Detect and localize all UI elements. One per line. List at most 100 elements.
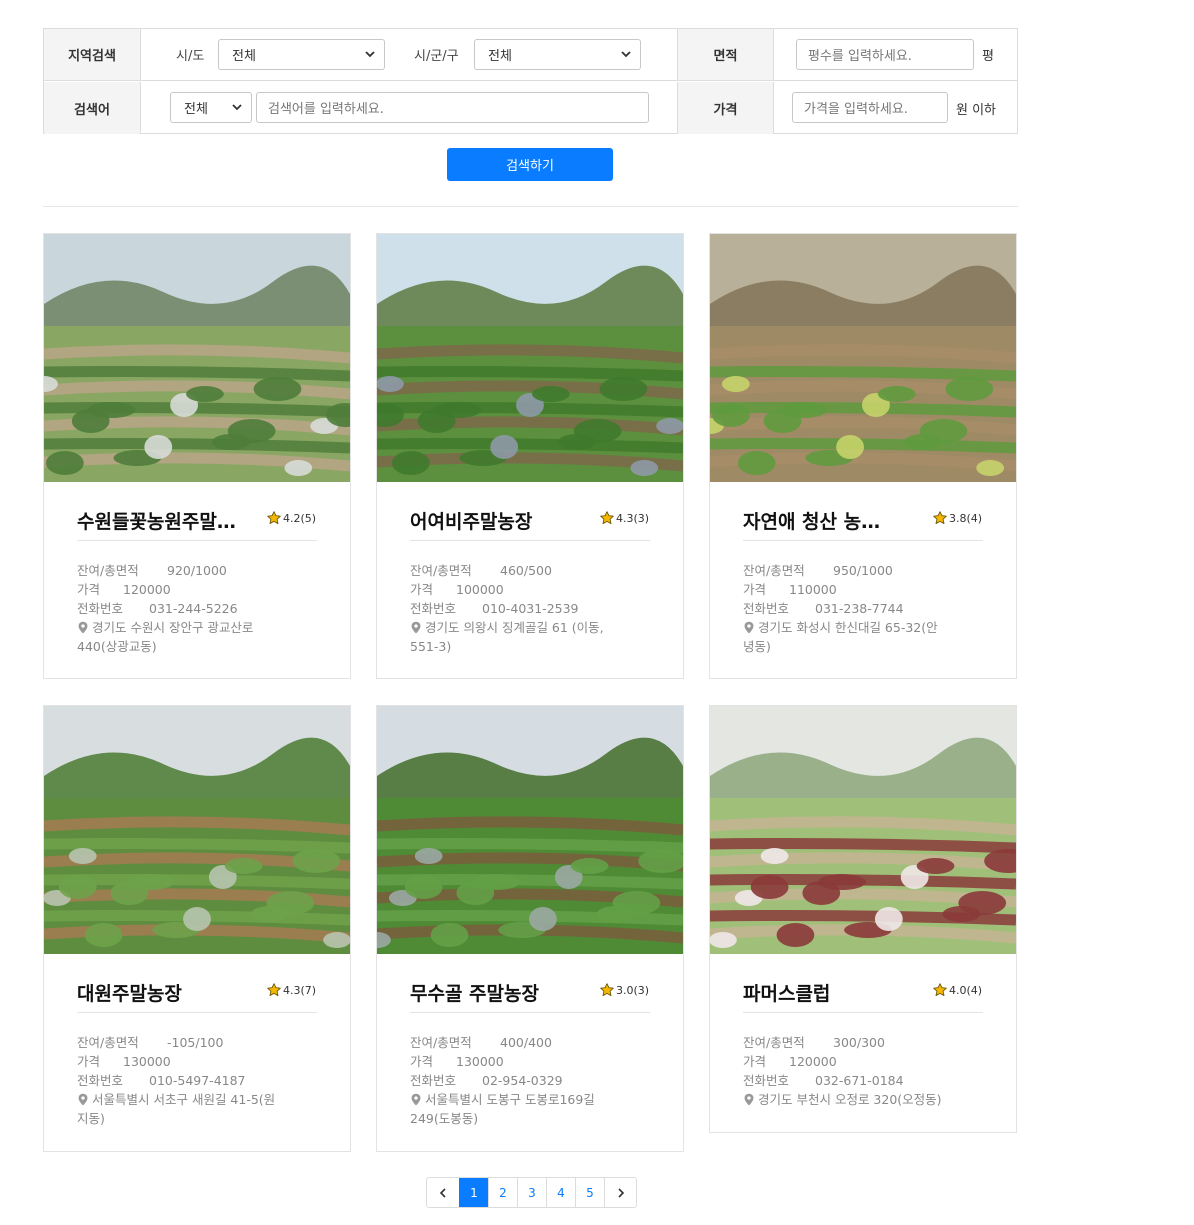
area-input[interactable]: 평수를 입력하세요. — [796, 39, 974, 70]
price-label: 가격 — [677, 82, 774, 134]
farm-address-row: 경기도 수원시 장안구 광교산로 — [77, 618, 327, 637]
farm-card[interactable]: 무수골 주말농장 3.0(3) 잔여/총면적 400/400 가격 130000 전… — [376, 705, 684, 1152]
farm-address-line1: 경기도 부천시 오정로 320(오정동) — [758, 1092, 942, 1107]
farm-photo[interactable] — [377, 234, 683, 482]
farm-card[interactable]: 수원들꽃농원주말… 4.2(5) 잔여/총면적 920/1000 가격 120000… — [43, 233, 351, 679]
name-divider — [77, 1012, 317, 1013]
farm-address-row: 경기도 의왕시 징계골길 61 (이동, — [410, 618, 660, 637]
search-row-region: 지역검색 시/도 전체 시/군/구 전체 면적 평수를 입력하세요. 평 — [44, 29, 1017, 81]
location-pin-icon — [78, 621, 88, 634]
farm-rating-value: 3.0(3) — [616, 983, 650, 997]
keyword-type-select[interactable]: 전체 — [170, 92, 252, 123]
location-pin-icon — [411, 1093, 421, 1106]
keyword-input[interactable]: 검색어를 입력하세요. — [256, 92, 649, 123]
farm-phone-row: 전화번호 031-238-7744 — [743, 599, 993, 618]
page-1-button[interactable]: 1 — [459, 1178, 488, 1207]
area-unit: 평 — [982, 49, 994, 64]
phone-key: 전화번호 — [743, 601, 790, 616]
farm-card[interactable]: 자연애 청산 농… 3.8(4) 잔여/총면적 950/1000 가격 110000… — [709, 233, 1017, 679]
farm-name[interactable]: 파머스클럽 — [743, 979, 923, 1006]
farm-area-value: 400/400 — [500, 1035, 552, 1050]
farm-phone-row: 전화번호 032-671-0184 — [743, 1071, 993, 1090]
farm-photo[interactable] — [710, 234, 1016, 482]
farm-price-value: 130000 — [123, 1054, 171, 1069]
name-divider — [743, 1012, 983, 1013]
area-key: 잔여/총면적 — [743, 1035, 805, 1050]
farm-price-value: 100000 — [456, 582, 504, 597]
farm-name[interactable]: 수원들꽃농원주말… — [77, 507, 257, 534]
farm-rating-value: 4.2(5) — [283, 511, 317, 525]
chevron-left-icon — [439, 1187, 446, 1198]
farm-price-row: 가격 130000 — [77, 1052, 327, 1071]
farm-price-row: 가격 130000 — [410, 1052, 660, 1071]
farm-phone-value: 010-4031-2539 — [482, 601, 579, 616]
area-key: 잔여/총면적 — [77, 1035, 139, 1050]
farm-phone-value: 010-5497-4187 — [149, 1073, 246, 1088]
farm-card[interactable]: 파머스클럽 4.0(4) 잔여/총면적 300/300 가격 120000 전화번호… — [709, 705, 1017, 1133]
page-3-button[interactable]: 3 — [517, 1178, 546, 1207]
farm-address-row: 경기도 화성시 한신대길 65-32(안 — [743, 618, 993, 637]
search-row-keyword: 검색어 전체 검색어를 입력하세요. 가격 가격을 입력하세요. 원 이하 — [44, 82, 1017, 134]
price-key: 가격 — [410, 1054, 434, 1069]
farm-info: 잔여/총면적 460/500 가격 100000 전화번호 010-4031-2539… — [410, 561, 660, 656]
farm-name[interactable]: 무수골 주말농장 — [410, 979, 590, 1006]
farm-rating: 4.3(7) — [266, 982, 316, 998]
sigungu-select[interactable]: 전체 — [474, 39, 641, 70]
farm-rating: 3.0(3) — [599, 982, 649, 998]
farm-area-row: 잔여/총면적 460/500 — [410, 561, 660, 580]
prev-page-button[interactable] — [427, 1178, 459, 1207]
farm-phone-value: 031-238-7744 — [815, 601, 904, 616]
name-divider — [410, 540, 650, 541]
name-divider — [410, 1012, 650, 1013]
farm-rating-value: 4.3(3) — [616, 511, 650, 525]
farm-phone-value: 031-244-5226 — [149, 601, 238, 616]
area-key: 잔여/총면적 — [743, 563, 805, 578]
farm-price-value: 120000 — [789, 1054, 837, 1069]
sigungu-label: 시/군/구 — [414, 49, 459, 64]
farm-area-value: 460/500 — [500, 563, 552, 578]
price-key: 가격 — [77, 1054, 101, 1069]
price-key: 가격 — [743, 582, 767, 597]
location-pin-icon — [744, 621, 754, 634]
farm-card[interactable]: 대원주말농장 4.3(7) 잔여/총면적 -105/100 가격 130000 전화… — [43, 705, 351, 1152]
keyword-type-value: 전체 — [184, 102, 208, 117]
price-key: 가격 — [77, 582, 101, 597]
sido-select[interactable]: 전체 — [218, 39, 385, 70]
search-button[interactable]: 검색하기 — [447, 148, 613, 181]
farm-name[interactable]: 자연애 청산 농… — [743, 507, 923, 534]
farm-address-line2: 녕동) — [743, 639, 771, 654]
star-icon — [267, 511, 281, 525]
farm-name[interactable]: 대원주말농장 — [77, 979, 257, 1006]
farm-address-row: 서울특별시 도봉구 도봉로169길 — [410, 1090, 660, 1109]
farm-rating: 4.0(4) — [932, 982, 982, 998]
location-pin-icon — [411, 621, 421, 634]
farm-card[interactable]: 어여비주말농장 4.3(3) 잔여/총면적 460/500 가격 100000 전화… — [376, 233, 684, 679]
page-5-button[interactable]: 5 — [575, 1178, 604, 1207]
price-input[interactable]: 가격을 입력하세요. — [792, 92, 948, 123]
divider — [43, 206, 1018, 207]
farm-phone-row: 전화번호 010-5497-4187 — [77, 1071, 327, 1090]
sigungu-select-value: 전체 — [488, 49, 512, 64]
farm-name[interactable]: 어여비주말농장 — [410, 507, 590, 534]
farm-photo[interactable] — [44, 706, 350, 954]
farm-photo[interactable] — [710, 706, 1016, 954]
farm-address-line1: 경기도 화성시 한신대길 65-32(안 — [758, 620, 938, 635]
farm-info: 잔여/총면적 950/1000 가격 110000 전화번호 031-238-7744… — [743, 561, 993, 656]
farm-photo[interactable] — [377, 706, 683, 954]
star-icon — [933, 511, 947, 525]
farm-address-line2: 지동) — [77, 1111, 105, 1126]
farm-photo[interactable] — [44, 234, 350, 482]
farm-rating-value: 4.3(7) — [283, 983, 317, 997]
keyword-label: 검색어 — [44, 82, 141, 134]
farm-price-value: 120000 — [123, 582, 171, 597]
price-unit: 원 이하 — [956, 102, 997, 118]
star-icon — [600, 983, 614, 997]
farm-phone-value: 02-954-0329 — [482, 1073, 563, 1088]
farm-rating: 4.3(3) — [599, 510, 649, 526]
next-page-button[interactable] — [604, 1178, 636, 1207]
page-2-button[interactable]: 2 — [488, 1178, 517, 1207]
farm-price-row: 가격 120000 — [743, 1052, 993, 1071]
farm-address-line2: 551-3) — [410, 639, 452, 654]
farm-area-value: 950/1000 — [833, 563, 893, 578]
page-4-button[interactable]: 4 — [546, 1178, 575, 1207]
